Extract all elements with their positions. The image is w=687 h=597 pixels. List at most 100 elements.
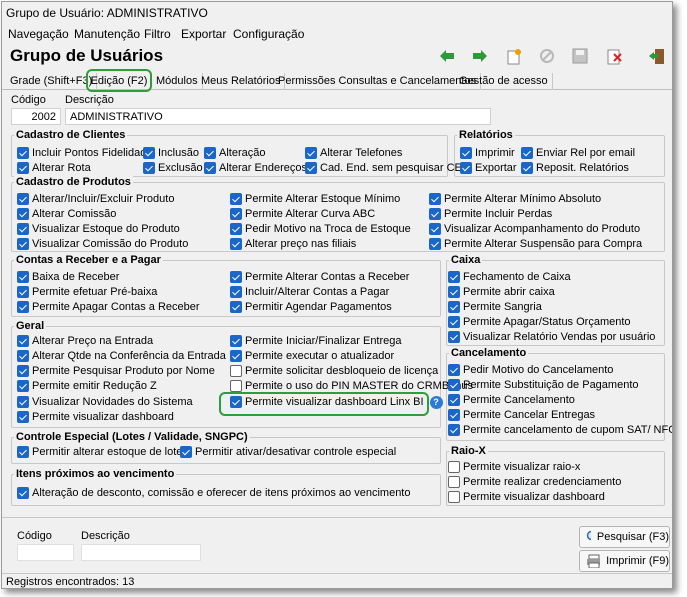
checkbox-raiox-1[interactable]: Permite realizar credenciamento <box>448 475 621 489</box>
checkbox-caixa-0[interactable]: Fechamento de Caixa <box>448 270 571 284</box>
checkbox-checked-icon[interactable] <box>230 301 242 313</box>
menu-filtro[interactable]: Filtro <box>144 27 171 41</box>
checkbox-checked-icon[interactable] <box>448 316 460 328</box>
exit-icon[interactable] <box>648 47 666 65</box>
descricao-field[interactable]: ADMINISTRATIVO <box>65 108 491 125</box>
checkbox-checked-icon[interactable] <box>17 411 29 423</box>
checkbox-geral-10[interactable]: Permite visualizar dashboard <box>17 410 174 424</box>
checkbox-checked-icon[interactable] <box>521 147 533 159</box>
checkbox-caixa-4[interactable]: Visualizar Relatório Vendas por usuário <box>448 330 655 344</box>
checkbox-cadastro_clientes-5[interactable]: Exclusão <box>143 161 203 175</box>
checkbox-checked-icon[interactable] <box>17 396 29 408</box>
checkbox-cadastro_produtos-10[interactable]: Alterar preço nas filiais <box>230 237 356 251</box>
checkbox-checked-icon[interactable] <box>429 223 441 235</box>
checkbox-cadastro_clientes-0[interactable]: Incluir Pontos Fidelidade <box>17 146 152 160</box>
tab-gestao-acesso[interactable]: Gestão de acesso <box>455 73 553 90</box>
checkbox-checked-icon[interactable] <box>230 350 242 362</box>
search-descricao-field[interactable] <box>81 544 201 561</box>
checkbox-relatorios-2[interactable]: Exportar <box>460 161 517 175</box>
checkbox-cadastro_clientes-6[interactable]: Alterar Endereços <box>204 161 307 175</box>
checkbox-checked-icon[interactable] <box>448 364 460 376</box>
menu-configuracao[interactable]: Configuração <box>233 27 304 41</box>
checkbox-caixa-1[interactable]: Permite abrir caixa <box>448 285 555 299</box>
tab-meus-relatorios[interactable]: Meus Relatórios <box>197 73 286 90</box>
checkbox-checked-icon[interactable] <box>17 271 29 283</box>
checkbox-geral-9[interactable]: Permite visualizar dashboard Linx BI? <box>230 395 443 409</box>
checkbox-checked-icon[interactable] <box>230 271 242 283</box>
checkbox-checked-icon[interactable] <box>17 238 29 250</box>
checkbox-checked-icon[interactable] <box>17 162 29 174</box>
tab-grade[interactable]: Grade (Shift+F3) <box>6 73 98 90</box>
checkbox-cadastro_produtos-1[interactable]: Permite Alterar Estoque Mínimo <box>230 192 400 206</box>
checkbox-checked-icon[interactable] <box>17 286 29 298</box>
checkbox-checked-icon[interactable] <box>305 162 317 174</box>
checkbox-checked-icon[interactable] <box>17 446 29 458</box>
checkbox-checked-icon[interactable] <box>230 208 242 220</box>
checkbox-cadastro_produtos-6[interactable]: Visualizar Estoque do Produto <box>17 222 180 236</box>
checkbox-cadastro_produtos-5[interactable]: Permite Incluir Perdas <box>429 207 552 221</box>
print-button[interactable]: Imprimir (F9) <box>579 550 670 572</box>
checkbox-checked-icon[interactable] <box>143 147 155 159</box>
checkbox-unchecked-icon[interactable] <box>448 491 460 503</box>
checkbox-checked-icon[interactable] <box>230 286 242 298</box>
checkbox-checked-icon[interactable] <box>17 335 29 347</box>
checkbox-relatorios-0[interactable]: Imprimir <box>460 146 515 160</box>
checkbox-geral-2[interactable]: Alterar Qtde na Conferência da Entrada <box>17 349 226 363</box>
codigo-field[interactable]: 2002 <box>11 108 61 125</box>
checkbox-cancelamento-1[interactable]: Permite Substituição de Pagamento <box>448 378 639 392</box>
checkbox-cadastro_produtos-2[interactable]: Permite Alterar Mínimo Absoluto <box>429 192 601 206</box>
arrow-right-icon[interactable] <box>471 47 489 65</box>
save-icon[interactable] <box>571 47 589 65</box>
checkbox-cadastro_produtos-3[interactable]: Alterar Comissão <box>17 207 116 221</box>
checkbox-cadastro_produtos-4[interactable]: Permite Alterar Curva ABC <box>230 207 375 221</box>
checkbox-checked-icon[interactable] <box>17 208 29 220</box>
checkbox-geral-8[interactable]: Visualizar Novidades do Sistema <box>17 395 193 409</box>
checkbox-contas-0[interactable]: Baixa de Receber <box>17 270 119 284</box>
tab-permissoes[interactable]: Permissões Consultas e Cancelamentos <box>274 73 482 90</box>
checkbox-checked-icon[interactable] <box>17 223 29 235</box>
checkbox-checked-icon[interactable] <box>204 162 216 174</box>
checkbox-geral-4[interactable]: Permite Pesquisar Produto por Nome <box>17 364 215 378</box>
checkbox-cadastro_produtos-7[interactable]: Pedir Motivo na Troca de Estoque <box>230 222 411 236</box>
checkbox-checked-icon[interactable] <box>448 379 460 391</box>
checkbox-checked-icon[interactable] <box>17 350 29 362</box>
help-icon[interactable]: ? <box>429 395 443 409</box>
checkbox-geral-3[interactable]: Permite executar o atualizador <box>230 349 394 363</box>
checkbox-raiox-0[interactable]: Permite visualizar raio-x <box>448 460 580 474</box>
checkbox-checked-icon[interactable] <box>17 380 29 392</box>
checkbox-contas-2[interactable]: Permite efetuar Pré-baixa <box>17 285 157 299</box>
checkbox-checked-icon[interactable] <box>448 331 460 343</box>
checkbox-checked-icon[interactable] <box>230 396 242 408</box>
checkbox-relatorios-3[interactable]: Reposit. Relatórios <box>521 161 629 175</box>
checkbox-checked-icon[interactable] <box>230 193 242 205</box>
checkbox-contas-4[interactable]: Permite Apagar Contas a Receber <box>17 300 200 314</box>
checkbox-cancelamento-4[interactable]: Permite cancelamento de cupom SAT/ NFC-e <box>448 423 672 437</box>
cancel-icon[interactable] <box>538 47 556 65</box>
checkbox-checked-icon[interactable] <box>448 271 460 283</box>
checkbox-contas-5[interactable]: Permitir Agendar Pagamentos <box>230 300 392 314</box>
menu-exportar[interactable]: Exportar <box>181 27 226 41</box>
checkbox-cancelamento-2[interactable]: Permite Cancelamento <box>448 393 575 407</box>
checkbox-checked-icon[interactable] <box>143 162 155 174</box>
checkbox-checked-icon[interactable] <box>230 238 242 250</box>
checkbox-unchecked-icon[interactable] <box>230 365 242 377</box>
arrow-left-icon[interactable] <box>438 47 456 65</box>
checkbox-contas-1[interactable]: Permite Alterar Contas a Receber <box>230 270 409 284</box>
checkbox-checked-icon[interactable] <box>305 147 317 159</box>
checkbox-cancelamento-0[interactable]: Pedir Motivo do Cancelamento <box>448 363 613 377</box>
checkbox-checked-icon[interactable] <box>448 394 460 406</box>
delete-icon[interactable] <box>605 47 623 65</box>
checkbox-checked-icon[interactable] <box>460 162 472 174</box>
checkbox-cadastro_produtos-0[interactable]: Alterar/Incluir/Excluir Produto <box>17 192 174 206</box>
checkbox-cadastro_produtos-8[interactable]: Visualizar Acompanhamento do Produto <box>429 222 640 236</box>
checkbox-controle-1[interactable]: Permitir ativar/desativar controle espec… <box>180 445 396 459</box>
checkbox-geral-6[interactable]: Permite emitir Redução Z <box>17 379 157 393</box>
checkbox-cadastro_clientes-1[interactable]: Inclusão <box>143 146 199 160</box>
checkbox-checked-icon[interactable] <box>17 487 29 499</box>
checkbox-cadastro_clientes-3[interactable]: Alterar Telefones <box>305 146 402 160</box>
checkbox-unchecked-icon[interactable] <box>448 461 460 473</box>
checkbox-checked-icon[interactable] <box>17 193 29 205</box>
checkbox-cancelamento-3[interactable]: Permite Cancelar Entregas <box>448 408 595 422</box>
tab-modulos[interactable]: Módulos <box>152 73 203 90</box>
checkbox-checked-icon[interactable] <box>448 409 460 421</box>
